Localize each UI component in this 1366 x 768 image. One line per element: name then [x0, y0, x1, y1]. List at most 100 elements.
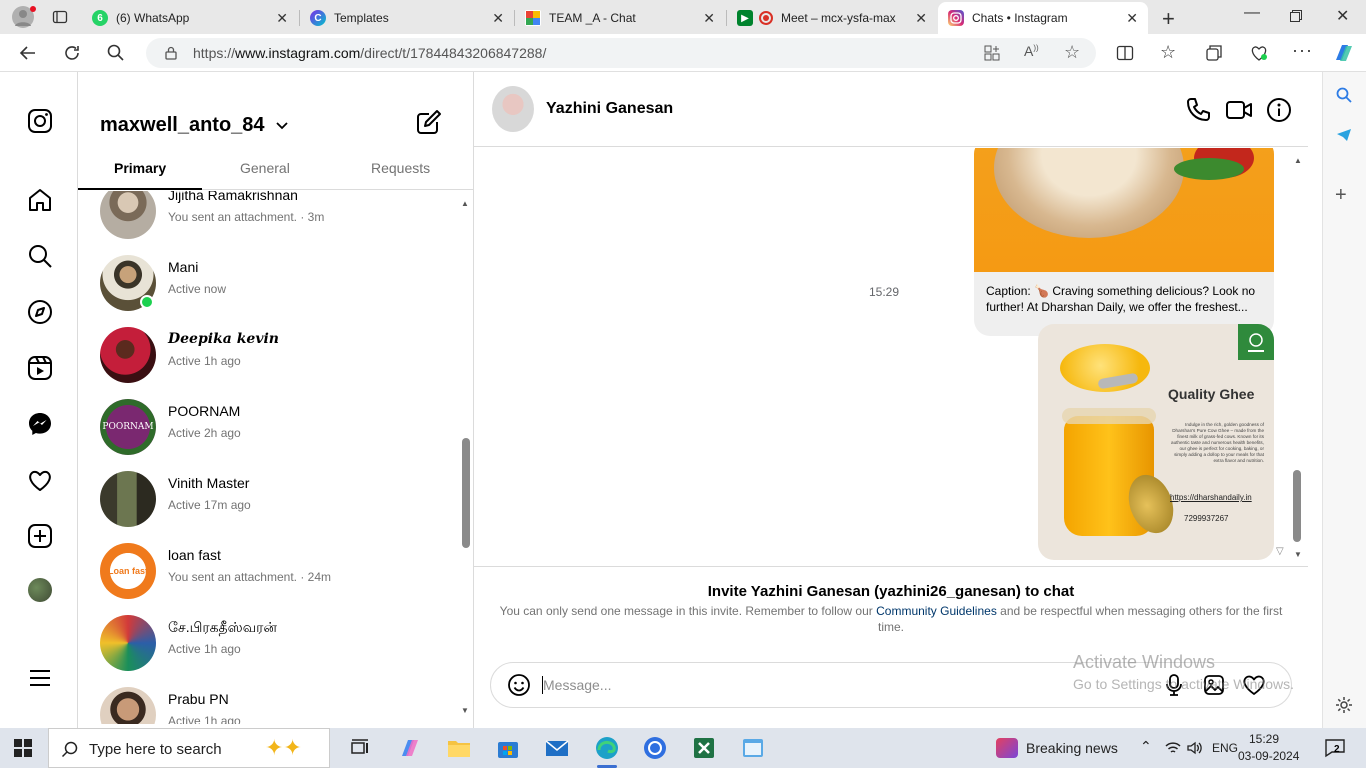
close-icon[interactable]: ✕ [703, 10, 715, 27]
chat-title[interactable]: Yazhini Ganesan [546, 100, 673, 118]
shared-post-message[interactable]: Caption: 🍗 Craving something delicious? … [974, 148, 1274, 336]
more-menu-icon[interactable] [26, 664, 54, 692]
create-icon[interactable] [26, 522, 54, 550]
clock-time[interactable]: 15:29 [1249, 732, 1279, 746]
news-widget-text[interactable]: Breaking news [1026, 740, 1118, 756]
account-switcher[interactable]: maxwell_anto_84 [100, 114, 288, 137]
file-explorer-icon[interactable] [445, 734, 473, 762]
network-icon[interactable] [1164, 740, 1182, 756]
app-circle-icon[interactable] [641, 734, 669, 762]
taskbar-search[interactable]: Type here to search ✦✦ [48, 728, 330, 768]
invite-notice: Invite Yazhini Ganesan (yazhini26_ganesa… [474, 566, 1308, 656]
app-available-icon[interactable] [984, 45, 1000, 61]
scroll-down-arrow-icon[interactable]: ▼ [461, 706, 469, 715]
community-guidelines-link[interactable]: Community Guidelines [876, 604, 997, 618]
conversation-name: POORNAM [168, 403, 241, 419]
new-tab-icon[interactable]: + [1162, 6, 1175, 32]
mail-icon[interactable] [543, 734, 571, 762]
home-icon[interactable] [26, 186, 54, 214]
scroll-up-arrow-icon[interactable]: ▲ [461, 199, 469, 208]
video-call-icon[interactable] [1225, 96, 1253, 124]
tab-actions-icon[interactable] [52, 9, 68, 25]
conversation-item[interactable]: Loan fast loan fast You sent an attachme… [78, 543, 458, 615]
volume-icon[interactable] [1186, 740, 1204, 756]
info-icon[interactable] [1265, 96, 1293, 124]
microsoft-store-icon[interactable] [494, 734, 522, 762]
favorites-icon[interactable]: ☆ [1160, 42, 1176, 63]
image-message[interactable]: Quality Ghee Indulge in the rich, golden… [1038, 324, 1274, 560]
tab-primary[interactable]: Primary [114, 160, 166, 176]
tab-general[interactable]: General [240, 160, 290, 176]
telegram-icon[interactable] [1335, 126, 1353, 144]
conversation-item[interactable]: Jijitha Ramakrishnan You sent an attachm… [78, 191, 458, 255]
messenger-icon[interactable] [26, 410, 54, 438]
minimize-icon[interactable]: — [1244, 4, 1260, 22]
close-icon[interactable]: ✕ [915, 10, 927, 27]
search-icon[interactable] [26, 242, 54, 270]
close-icon[interactable]: ✕ [1126, 10, 1138, 27]
reels-icon[interactable] [26, 354, 54, 382]
scroll-up-arrow-icon[interactable]: ▲ [1294, 156, 1302, 165]
tab-whatsapp[interactable]: 6 (6) WhatsApp ✕ [82, 2, 298, 34]
settings-gear-icon[interactable] [1335, 696, 1353, 714]
search-icon[interactable] [106, 43, 126, 63]
window-app-icon[interactable] [739, 734, 767, 762]
instagram-logo-icon[interactable] [26, 107, 54, 135]
tab-instagram-active[interactable]: Chats • Instagram ✕ [938, 2, 1148, 34]
chat-avatar[interactable] [492, 86, 534, 132]
show-hidden-icons[interactable]: ⌃ [1140, 738, 1152, 755]
profile-avatar[interactable] [28, 578, 52, 602]
lock-icon[interactable] [164, 46, 178, 60]
explore-icon[interactable] [26, 298, 54, 326]
new-message-icon[interactable] [416, 109, 442, 135]
conversation-name: loan fast [168, 547, 221, 563]
scroll-down-arrow-icon[interactable]: ▼ [1294, 550, 1302, 559]
collections-icon[interactable] [1205, 44, 1223, 62]
read-aloud-icon[interactable]: A)) [1024, 43, 1039, 59]
excel-icon[interactable] [690, 734, 718, 762]
back-icon[interactable] [18, 43, 38, 63]
windows-start-icon[interactable] [14, 739, 32, 757]
split-screen-icon[interactable] [1116, 44, 1134, 62]
conversation-item[interactable]: Vinith Master Active 17m ago [78, 471, 458, 543]
language-indicator[interactable]: ENG [1212, 741, 1238, 755]
search-icon [61, 740, 79, 758]
search-icon[interactable] [1335, 86, 1353, 104]
conversation-item[interactable]: 𝑫𝒆𝒆𝒑𝒊𝒌𝒂 𝒌𝒆𝒗𝒊𝒏 Active 1h ago [78, 327, 458, 399]
close-icon[interactable]: ✕ [492, 10, 504, 27]
message-input-placeholder[interactable]: Message... [543, 677, 611, 693]
copilot-icon[interactable] [1332, 42, 1356, 64]
copilot-taskbar-icon[interactable] [396, 734, 424, 762]
add-sidebar-app-icon[interactable]: + [1335, 185, 1347, 205]
conversation-item[interactable]: Mani Active now [78, 255, 458, 327]
scrollbar-thumb[interactable] [1293, 470, 1301, 542]
emoji-icon[interactable] [507, 673, 531, 697]
notifications-heart-icon[interactable] [26, 466, 54, 494]
close-icon[interactable]: ✕ [276, 10, 288, 27]
tab-team-chat[interactable]: TEAM _A - Chat ✕ [515, 2, 725, 34]
tab-templates[interactable]: C Templates ✕ [300, 2, 514, 34]
extensions-heart-icon[interactable] [1249, 44, 1269, 62]
edge-browser-icon[interactable] [593, 734, 621, 762]
tab-meet[interactable]: ▶ Meet – mcx-ysfa-max ✕ [727, 2, 937, 34]
conversation-item[interactable]: Prabu PN Active 1h ago [78, 687, 458, 724]
more-menu-icon[interactable]: ··· [1292, 40, 1313, 61]
address-bar: https://www.instagram.com/direct/t/17844… [0, 34, 1366, 72]
conversation-item[interactable]: POORNAM POORNAM Active 2h ago [78, 399, 458, 471]
phone-call-icon[interactable] [1184, 96, 1212, 124]
refresh-icon[interactable] [62, 43, 82, 63]
conversation-item[interactable]: சே.பிரகதீஸ்வரன் Active 1h ago [78, 615, 458, 687]
url-field[interactable]: https://www.instagram.com/direct/t/17844… [146, 38, 1096, 68]
news-icon[interactable] [996, 738, 1018, 758]
activate-windows-watermark: Activate Windows [1073, 652, 1216, 672]
scrollbar-thumb[interactable] [462, 438, 470, 548]
task-view-icon[interactable] [346, 734, 374, 762]
whatsapp-icon: 6 [92, 10, 108, 26]
tab-requests[interactable]: Requests [371, 160, 430, 176]
favorite-star-icon[interactable]: ☆ [1064, 43, 1080, 61]
restore-icon[interactable] [1290, 10, 1302, 22]
avatar [100, 471, 156, 527]
notification-center-icon[interactable]: 2 [1324, 738, 1346, 758]
window-close-icon[interactable]: ✕ [1336, 6, 1349, 26]
clock-date[interactable]: 03-09-2024 [1238, 749, 1299, 763]
